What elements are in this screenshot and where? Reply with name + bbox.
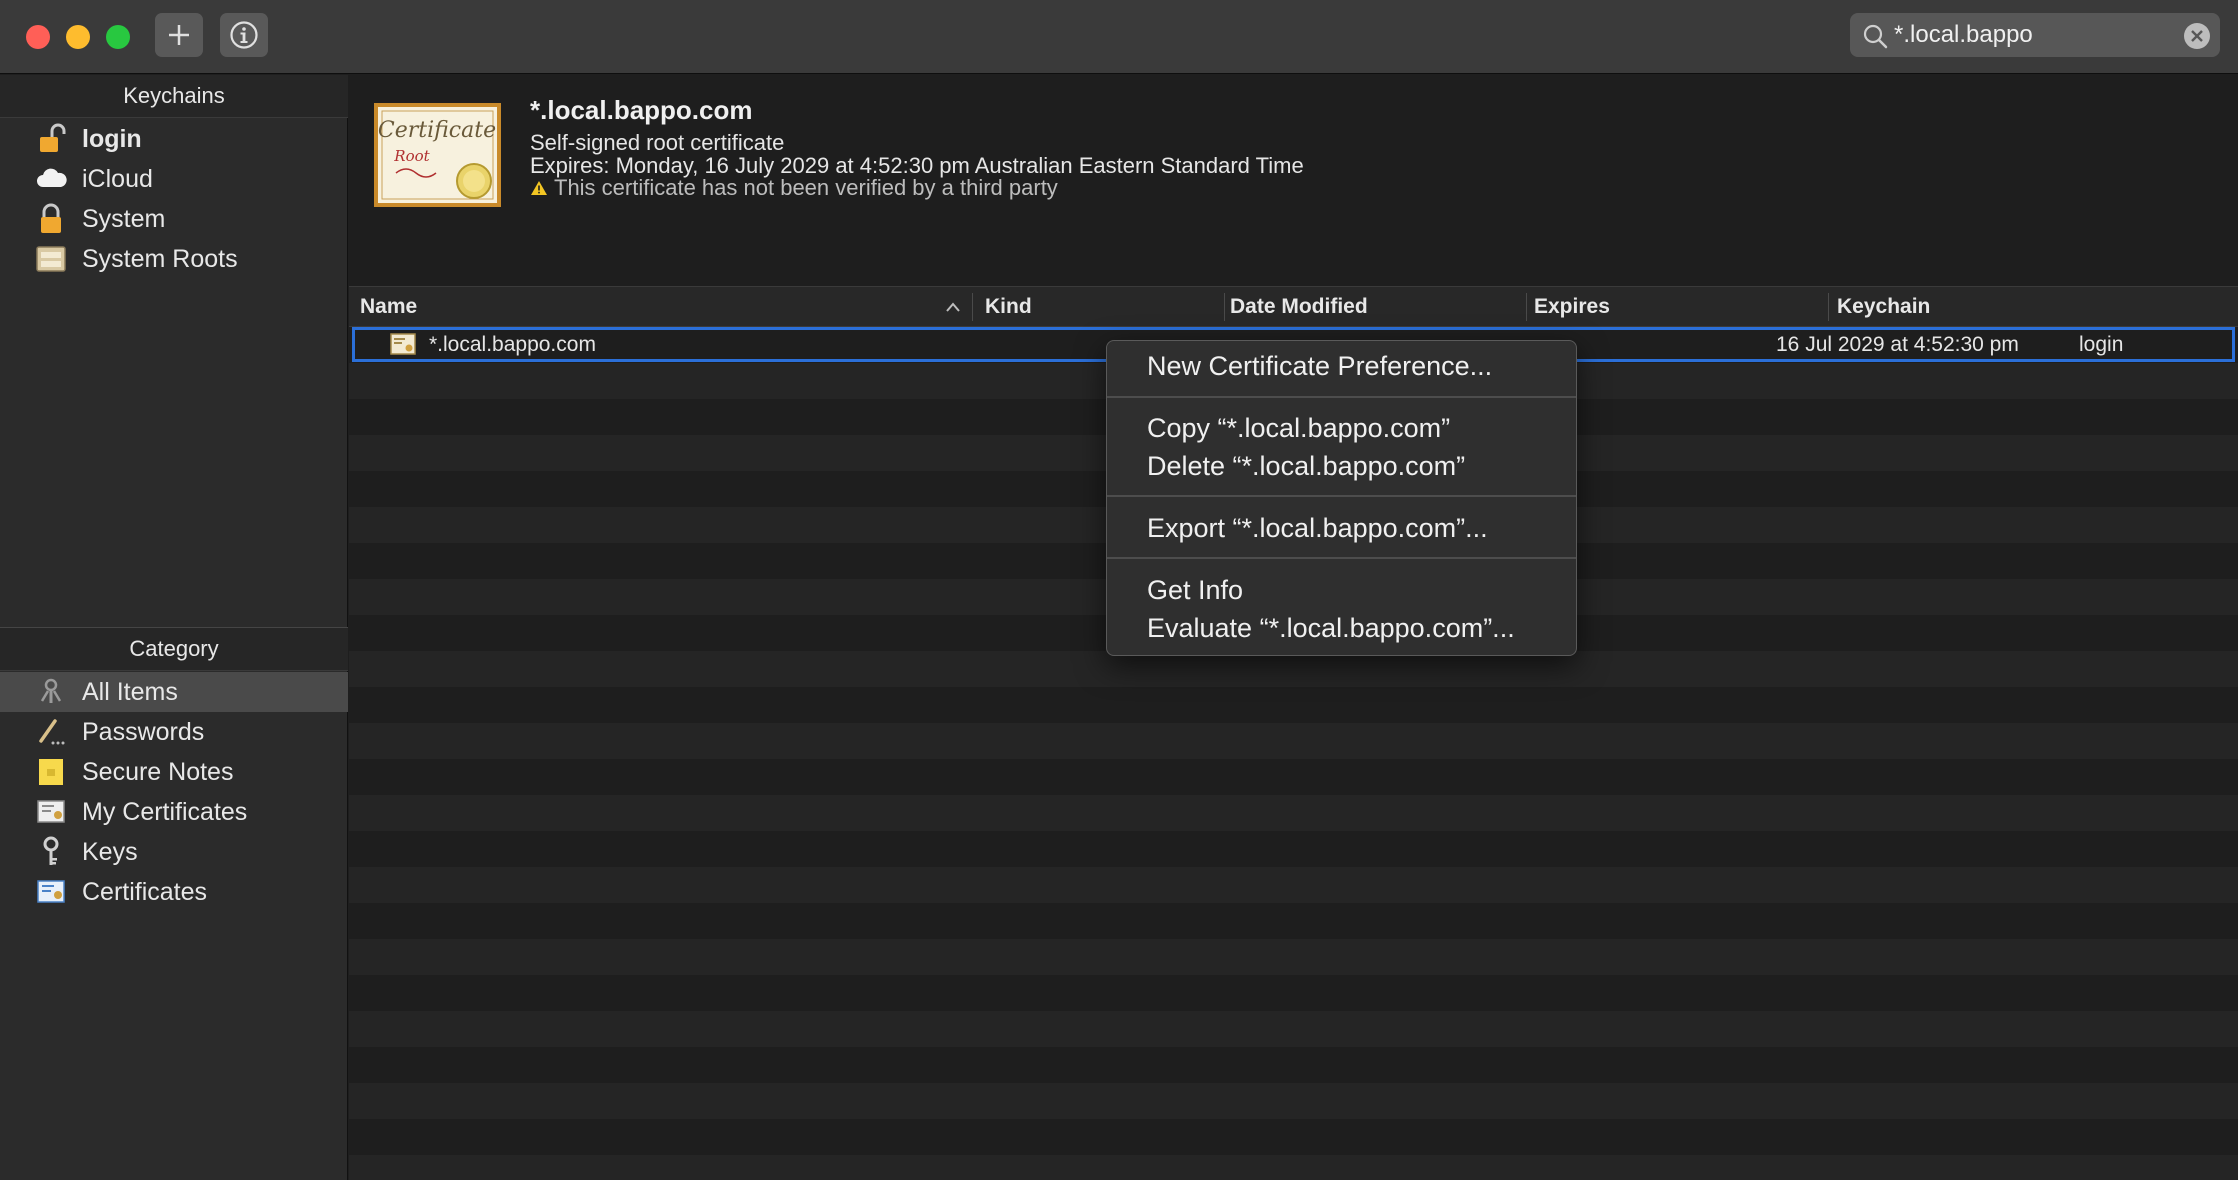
empty-row-stripe [349, 1011, 2238, 1047]
search-field[interactable] [1850, 13, 2220, 57]
empty-row-stripe [349, 795, 2238, 831]
sidebar-item-label: login [82, 124, 142, 153]
sidebar-item-icloud[interactable]: iCloud [0, 159, 348, 199]
column-divider [1224, 293, 1225, 321]
sidebar-item-label: Secure Notes [82, 757, 234, 786]
sidebar-item-passwords[interactable]: Passwords [0, 712, 348, 752]
sidebar: Keychains login iCloud System System Roo… [0, 75, 348, 1180]
item-detail-header: Certificate Root *.local.bappo.com Self-… [349, 75, 2238, 285]
cell-expires: 16 Jul 2029 at 4:52:30 pm [1776, 332, 2019, 356]
sidebar-item-label: System [82, 204, 166, 233]
menu-separator [1107, 396, 1576, 398]
zoom-window-button[interactable] [106, 25, 130, 49]
certificate-thumbnail-icon: Certificate Root [374, 103, 501, 207]
item-title: *.local.bappo.com [530, 95, 753, 125]
empty-row-stripe [349, 687, 2238, 723]
column-header-expires[interactable]: Expires [1534, 287, 1824, 327]
sidebar-item-system-roots[interactable]: System Roots [0, 239, 348, 279]
key-icon [34, 835, 68, 869]
sidebar-item-label: Certificates [82, 877, 208, 906]
minimize-window-button[interactable] [66, 25, 90, 49]
context-menu: New Certificate Preference... Copy “*.lo… [1106, 340, 1577, 656]
search-icon [1863, 24, 1888, 49]
keychains-header: Keychains [0, 75, 348, 118]
column-divider [1828, 293, 1829, 321]
sidebar-item-label: Keys [82, 837, 138, 866]
close-window-button[interactable] [26, 25, 50, 49]
certificate-icon [390, 333, 416, 355]
info-icon [230, 21, 258, 49]
chevron-up-icon [946, 302, 960, 312]
empty-row-stripe [349, 867, 2238, 903]
cabinet-icon [34, 242, 68, 276]
sidebar-item-secure-notes[interactable]: Secure Notes [0, 752, 348, 792]
svg-text:Certificate: Certificate [378, 118, 496, 143]
empty-row-stripe [349, 939, 2238, 975]
empty-row-stripe [349, 1047, 2238, 1083]
menu-item-copy[interactable]: Copy “*.local.bappo.com” [1107, 409, 1576, 447]
certificate-icon [34, 875, 68, 909]
add-item-button[interactable] [155, 13, 203, 57]
svg-text:Root: Root [393, 147, 430, 165]
padlock-icon [34, 202, 68, 236]
menu-item-evaluate[interactable]: Evaluate “*.local.bappo.com”... [1107, 609, 1576, 647]
all-items-icon [34, 675, 68, 709]
warning-text: This certificate has not been verified b… [554, 175, 1058, 200]
column-header-date-modified[interactable]: Date Modified [1230, 287, 1520, 327]
empty-row-stripe [349, 831, 2238, 867]
sidebar-item-system[interactable]: System [0, 199, 348, 239]
empty-row-stripe [349, 651, 2238, 687]
column-header-name[interactable]: Name [360, 287, 950, 327]
menu-separator [1107, 557, 1576, 559]
table-header: Name Kind Date Modified Expires Keychain [349, 286, 2238, 327]
sidebar-item-label: Passwords [82, 717, 205, 746]
warning-icon [531, 181, 547, 195]
column-header-keychain[interactable]: Keychain [1837, 287, 2037, 327]
sidebar-item-label: My Certificates [82, 797, 248, 826]
note-icon [34, 755, 68, 789]
toolbar [0, 0, 2238, 74]
cell-keychain: login [2079, 332, 2124, 356]
pen-icon [34, 715, 68, 749]
menu-item-delete[interactable]: Delete “*.local.bappo.com” [1107, 447, 1576, 485]
empty-row-stripe [349, 1119, 2238, 1155]
menu-item-export[interactable]: Export “*.local.bappo.com”... [1107, 509, 1576, 547]
category-header: Category [0, 628, 348, 671]
sidebar-item-all-items[interactable]: All Items [0, 672, 348, 712]
empty-row-stripe [349, 903, 2238, 939]
clear-search-button[interactable] [2184, 23, 2210, 49]
menu-item-get-info[interactable]: Get Info [1107, 571, 1576, 609]
search-input[interactable] [1894, 13, 2174, 57]
sidebar-item-login[interactable]: login [0, 119, 348, 159]
empty-row-stripe [349, 975, 2238, 1011]
empty-row-stripe [349, 759, 2238, 795]
menu-item-new-certificate-preference[interactable]: New Certificate Preference... [1107, 347, 1576, 385]
keychain-access-window: Keychains login iCloud [0, 0, 2238, 1180]
empty-row-stripe [349, 1083, 2238, 1119]
sidebar-item-label: iCloud [82, 164, 153, 193]
column-divider [972, 293, 973, 321]
sidebar-item-label: All Items [82, 677, 178, 706]
empty-row-stripe [349, 723, 2238, 759]
cell-name: *.local.bappo.com [429, 332, 596, 356]
plus-icon [169, 25, 189, 45]
my-certificate-icon [34, 795, 68, 829]
cloud-icon [34, 162, 68, 196]
empty-row-stripe [349, 1155, 2238, 1180]
sidebar-item-certificates[interactable]: Certificates [0, 872, 348, 912]
column-divider [1526, 293, 1527, 321]
sidebar-item-label: System Roots [82, 244, 238, 273]
unlocked-padlock-icon [34, 122, 68, 156]
get-info-button[interactable] [220, 13, 268, 57]
menu-separator [1107, 495, 1576, 497]
sidebar-item-my-certificates[interactable]: My Certificates [0, 792, 348, 832]
item-warning: This certificate has not been verified b… [530, 175, 1058, 201]
column-header-kind[interactable]: Kind [985, 287, 1215, 327]
clear-icon [2191, 30, 2203, 42]
sidebar-item-keys[interactable]: Keys [0, 832, 348, 872]
